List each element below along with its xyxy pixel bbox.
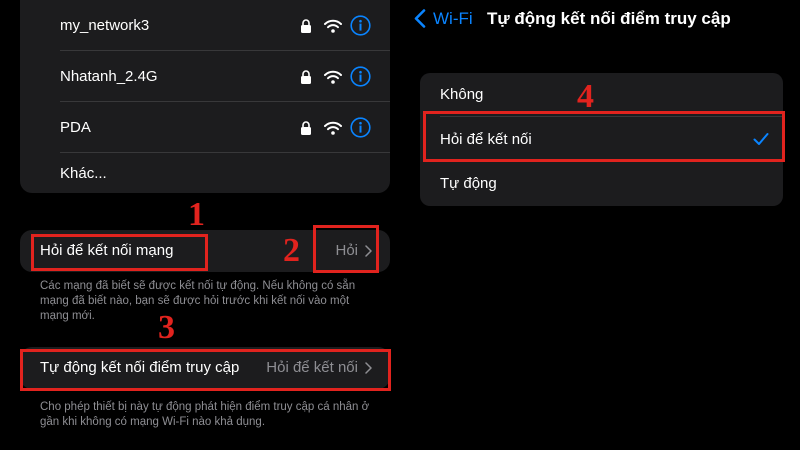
annotation-number-2: 2 [283,232,300,269]
wifi-icon [324,121,342,135]
lock-icon [301,18,311,33]
annotation-number-3: 3 [158,309,175,346]
annotation-number-4: 4 [577,78,594,115]
navigation-bar: Wi-Fi Tự động kết nối điểm truy cập [408,0,800,38]
info-icon[interactable] [350,66,371,87]
network-name: Nhatanh_2.4G [60,68,158,85]
wifi-icon [324,19,342,33]
network-row-my-network3[interactable]: my_network3 [20,0,390,51]
wifi-settings-panel: my_network3 Nhatanh_2.4G PDA Khác... Hỏi… [0,0,408,450]
back-button[interactable]: Wi-Fi [433,9,473,29]
auto-join-hotspot-footnote: Cho phép thiết bị này tự động phát hiện … [40,401,370,428]
network-name: my_network3 [60,17,150,34]
annotation-box-1 [31,234,208,271]
wifi-icon [324,70,342,84]
lock-icon [301,120,311,135]
annotation-number-1: 1 [188,196,205,233]
info-icon[interactable] [350,15,371,36]
other-network-label: Khác... [60,164,107,182]
network-name: PDA [60,119,91,136]
info-icon[interactable] [350,117,371,138]
network-row-nhatanh[interactable]: Nhatanh_2.4G [20,51,390,102]
lock-icon [301,69,311,84]
other-network-row[interactable]: Khác... [20,151,390,195]
annotation-box-4 [423,111,785,162]
auto-join-hotspot-panel: Wi-Fi Tự động kết nối điểm truy cập Khôn… [408,0,800,450]
ask-to-join-footnote: Các mạng đã biết sẽ được kết nối tự động… [40,280,356,322]
annotation-box-3 [20,349,391,391]
annotation-box-2 [313,225,379,273]
network-row-pda[interactable]: PDA [20,102,390,153]
network-list: my_network3 Nhatanh_2.4G PDA Khác... [20,0,390,193]
page-title: Tự động kết nối điểm truy cập [487,9,731,28]
back-chevron-icon[interactable] [414,9,426,28]
option-label: Tự động [440,175,497,192]
option-automatic[interactable]: Tự động [420,162,783,206]
